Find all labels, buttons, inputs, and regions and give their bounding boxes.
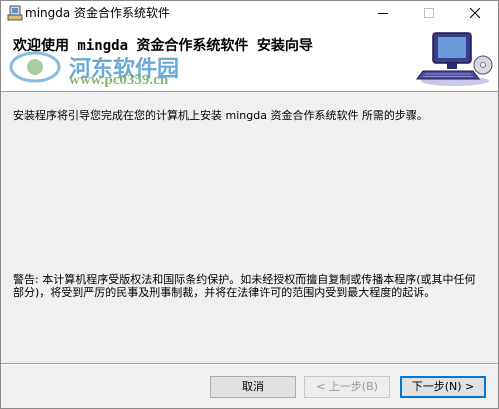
intro-text: 安装程序将引导您完成在您的计算机上安装 mingda 资金合作系统软件 所需的步… (13, 109, 428, 122)
copyright-warning: 警告: 本计算机程序受版权法和国际条约保护。如未经授权而擅自复制或传播本程序(或… (13, 273, 476, 299)
computer-setup-icon (416, 32, 493, 86)
minimize-button[interactable] (360, 1, 406, 25)
cancel-button[interactable]: 取消 (210, 376, 296, 398)
installer-app-icon (7, 5, 23, 21)
footer-separator (1, 363, 498, 365)
wizard-header: 欢迎使用 mingda 资金合作系统软件 安装向导 河东软件园 www.pc03… (1, 25, 498, 92)
title-bar[interactable]: mingda 资金合作系统软件 (1, 1, 498, 25)
minimize-icon (378, 13, 388, 14)
watermark-url: www.pc0359.cn (69, 72, 169, 88)
wizard-body: 安装程序将引导您完成在您的计算机上安装 mingda 资金合作系统软件 所需的步… (1, 92, 498, 360)
next-button[interactable]: 下一步(N) > (400, 376, 486, 398)
window-title: mingda 资金合作系统软件 (25, 6, 171, 20)
close-button[interactable] (452, 1, 498, 25)
back-button[interactable]: < 上一步(B) (304, 376, 390, 398)
close-icon (470, 8, 480, 18)
maximize-icon (424, 8, 434, 18)
watermark-logo-icon (9, 51, 61, 83)
installer-window: mingda 资金合作系统软件 欢迎使用 mingda 资金合作系统软件 安装向… (0, 0, 499, 409)
maximize-button[interactable] (406, 1, 452, 25)
